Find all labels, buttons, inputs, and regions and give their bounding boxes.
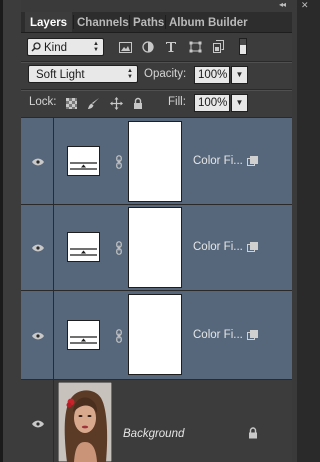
right-dock-strip: [292, 0, 297, 462]
eye-icon: [32, 420, 44, 428]
shape-layer-filter-icon[interactable]: [189, 41, 202, 53]
up-down-arrows-icon: ▲ ▼: [127, 68, 133, 80]
lock-image-pixels-brush-icon[interactable]: [87, 97, 100, 110]
visibility-toggle[interactable]: [21, 205, 54, 290]
visibility-toggle[interactable]: [21, 380, 54, 462]
filter-toggle-switch[interactable]: [239, 38, 247, 55]
color-fill-thumbnail[interactable]: [67, 146, 100, 176]
filter-kind-dropdown[interactable]: Kind ▲ ▼: [27, 38, 104, 56]
fill-layer-icon: [70, 336, 97, 344]
panel-tab-bar: Layers Channels Paths Album Builder: [21, 12, 292, 33]
tab-channels[interactable]: Channels: [77, 12, 129, 32]
layer-name[interactable]: Color Fi...: [193, 241, 243, 253]
layer-style-icon[interactable]: [247, 156, 258, 166]
lock-label: Lock:: [29, 96, 57, 108]
smart-object-filter-icon[interactable]: [213, 40, 224, 53]
eye-icon: [32, 244, 44, 252]
tab-album-builder[interactable]: Album Builder: [169, 12, 248, 32]
layer-row-color-fill-1[interactable]: Color Fi...: [21, 118, 292, 205]
layer-mask-thumbnail[interactable]: [128, 294, 182, 375]
adjustment-layer-filter-icon[interactable]: [142, 41, 154, 53]
fill-input[interactable]: 100%: [194, 94, 230, 112]
tab-layers[interactable]: Layers: [25, 12, 73, 32]
tab-paths[interactable]: Paths: [133, 12, 164, 32]
lock-position-move-icon[interactable]: [110, 97, 123, 110]
left-edge: [0, 0, 3, 462]
left-dock-strip: [0, 0, 21, 462]
layers-panel: Layers Channels Paths Album Builder Kind…: [21, 12, 292, 462]
layer-mask-thumbnail[interactable]: [128, 207, 182, 288]
fill-dropdown-button[interactable]: ▼: [231, 94, 248, 112]
mask-link-icon[interactable]: [116, 241, 122, 255]
blend-mode-value: Soft Light: [36, 69, 85, 81]
blend-row: Soft Light ▲ ▼ Opacity: 100% ▼: [21, 63, 292, 89]
tab-divider: [165, 15, 166, 29]
layer-locked-padlock-icon: [249, 427, 257, 439]
eye-icon: [32, 332, 44, 340]
eye-icon: [32, 158, 44, 166]
mask-link-icon[interactable]: [116, 329, 122, 343]
layer-row-background[interactable]: Background: [21, 380, 292, 462]
opacity-label: Opacity:: [144, 68, 187, 80]
layer-row-color-fill-3[interactable]: Color Fi...: [21, 291, 292, 380]
tab-divider: [129, 15, 130, 29]
layer-style-icon[interactable]: [247, 242, 258, 252]
visibility-toggle[interactable]: [21, 118, 54, 204]
opacity-input[interactable]: 100%: [194, 66, 230, 84]
layer-name[interactable]: Color Fi...: [193, 329, 243, 341]
layer-mask-thumbnail[interactable]: [128, 121, 182, 202]
lock-transparent-pixels-icon[interactable]: [66, 98, 77, 109]
color-fill-thumbnail[interactable]: [67, 232, 100, 262]
layer-row-color-fill-2[interactable]: Color Fi...: [21, 205, 292, 291]
close-panel-icon[interactable]: ✕: [301, 0, 309, 10]
chevron-down-icon: ▼: [235, 98, 244, 107]
fill-label: Fill:: [168, 96, 186, 108]
filter-row: Kind ▲ ▼: [21, 33, 292, 61]
fill-layer-icon: [70, 162, 97, 170]
opacity-dropdown-button[interactable]: ▼: [231, 66, 248, 84]
toggle-knob: [240, 39, 246, 45]
color-fill-thumbnail[interactable]: [67, 320, 100, 350]
collapse-panel-icon[interactable]: ◂◂: [279, 0, 286, 10]
layer-name[interactable]: Background: [123, 428, 184, 440]
visibility-toggle[interactable]: [21, 291, 54, 379]
type-layer-filter-icon[interactable]: [165, 41, 177, 53]
filter-kind-value: Kind: [44, 42, 68, 54]
panel-titlebar[interactable]: ◂◂ ✕: [21, 0, 309, 12]
lock-row: Lock: Fill: 100% ▼: [21, 91, 292, 117]
blend-mode-dropdown[interactable]: Soft Light ▲ ▼: [28, 65, 138, 83]
layer-name[interactable]: Color Fi...: [193, 155, 243, 167]
lock-all-padlock-icon[interactable]: [133, 97, 143, 110]
tab-divider: [73, 15, 74, 29]
mask-link-icon[interactable]: [116, 155, 122, 169]
layer-style-icon[interactable]: [247, 330, 258, 340]
pixel-layer-filter-icon[interactable]: [119, 42, 132, 53]
background-portrait-thumbnail[interactable]: [58, 382, 112, 462]
fill-layer-icon: [70, 248, 97, 256]
up-down-arrows-icon: ▲ ▼: [93, 41, 99, 53]
search-icon: [31, 42, 41, 52]
chevron-down-icon: ▼: [235, 70, 244, 79]
